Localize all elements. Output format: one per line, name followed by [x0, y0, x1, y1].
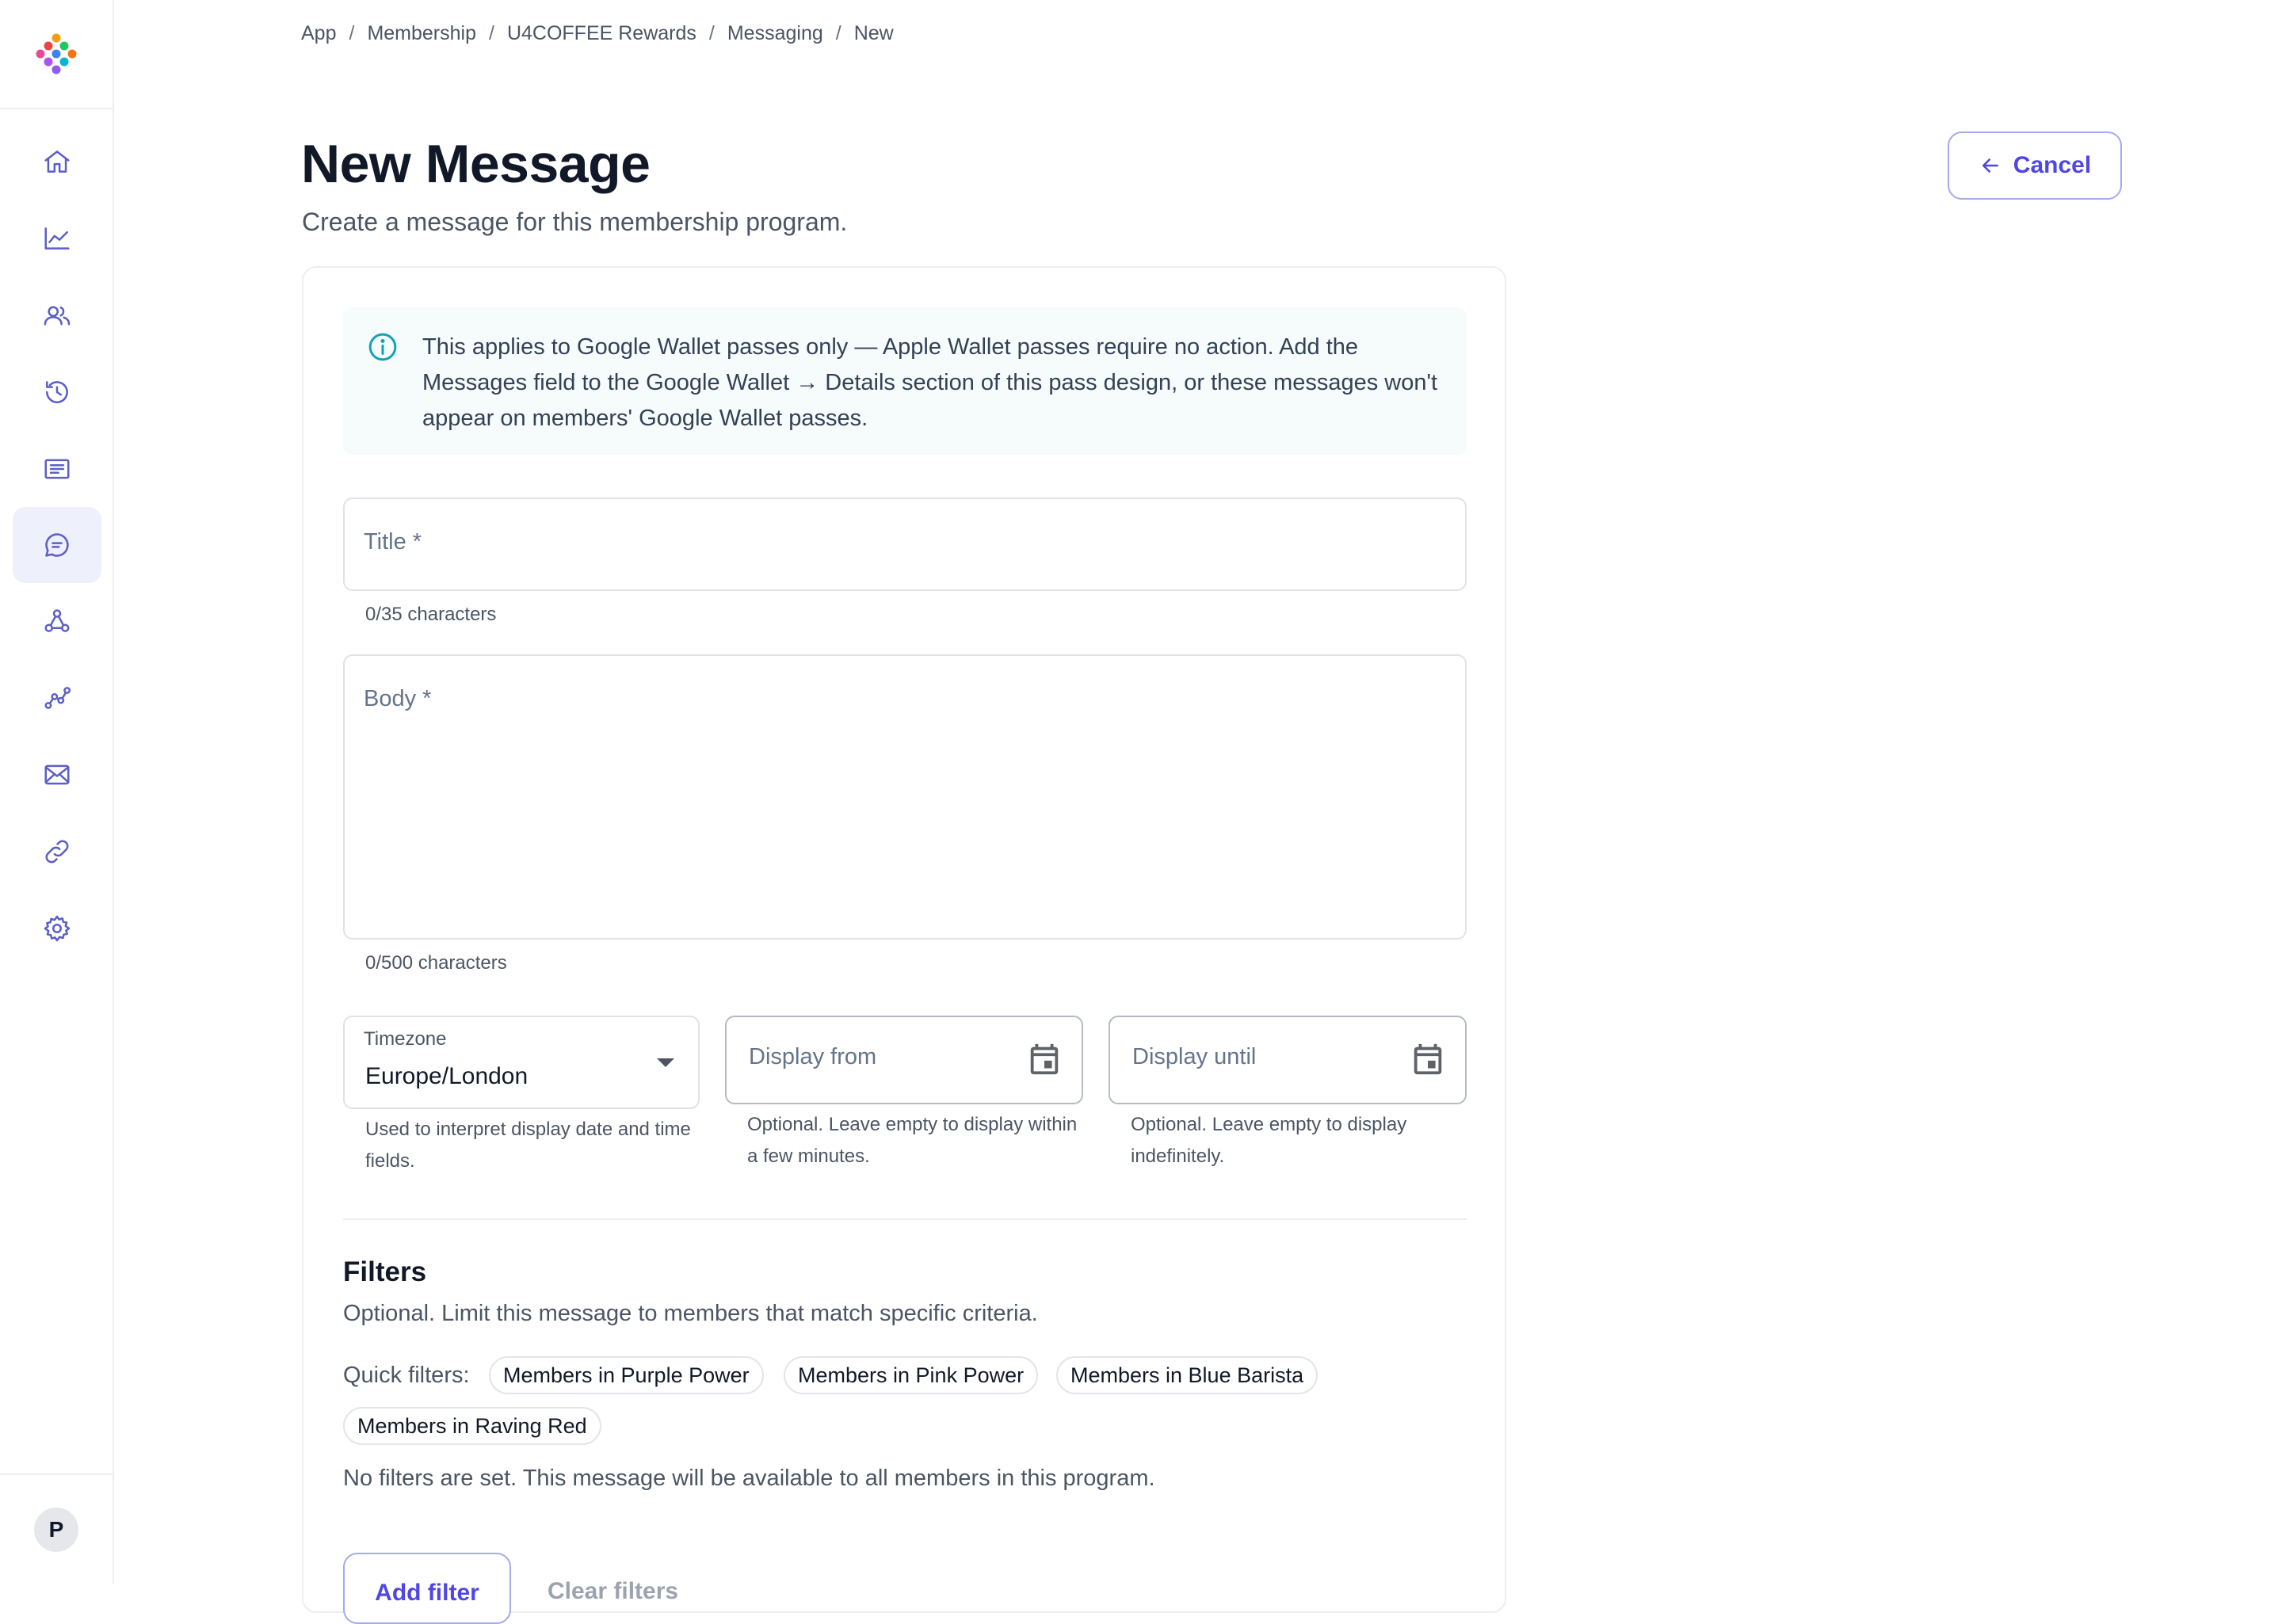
- timezone-value: Europe/London: [365, 1063, 529, 1089]
- sidebar-item-webhooks[interactable]: [13, 583, 101, 659]
- cancel-button[interactable]: Cancel: [1948, 132, 2122, 200]
- add-filter-button[interactable]: Add filter: [343, 1553, 511, 1624]
- link-icon: [45, 840, 69, 863]
- sidebar-footer: P: [0, 1473, 113, 1584]
- body-textarea[interactable]: Body *: [343, 654, 1467, 940]
- receipt-icon: [44, 459, 70, 479]
- breadcrumb-separator: /: [708, 22, 715, 44]
- webhook-icon: [44, 609, 70, 632]
- display-from-help: Optional. Leave empty to display within …: [747, 1114, 1078, 1167]
- quick-filters-label: Quick filters:: [343, 1363, 470, 1388]
- arrow-left-icon: [1982, 158, 1998, 173]
- info-alert: This applies to Google Wallet passes onl…: [343, 307, 1467, 455]
- avatar[interactable]: P: [34, 1508, 78, 1552]
- history-icon: [46, 381, 68, 403]
- info-icon: [368, 333, 397, 361]
- section-divider: [343, 1218, 1467, 1220]
- breadcrumb: App / Membership / U4COFFEE Rewards / Me…: [301, 22, 894, 45]
- breadcrumb-separator: /: [489, 22, 494, 44]
- breadcrumb-separator: /: [349, 22, 355, 44]
- settings-icon: [44, 915, 71, 942]
- breadcrumb-messaging[interactable]: Messaging: [727, 22, 823, 45]
- sidebar-item-mail[interactable]: [13, 737, 101, 813]
- timezone-help: Used to interpret display date and time …: [365, 1119, 691, 1172]
- analytics-icon: [44, 687, 71, 709]
- display-from-placeholder: Display from: [749, 1044, 877, 1069]
- display-from-input[interactable]: Display from: [725, 1016, 1083, 1104]
- sidebar-item-messaging[interactable]: [13, 507, 101, 583]
- display-until-placeholder: Display until: [1132, 1044, 1257, 1069]
- calendar-icon[interactable]: [1026, 1041, 1063, 1077]
- filters-title: Filters: [343, 1256, 427, 1287]
- quick-filter-chip[interactable]: Members in Purple Power: [489, 1356, 764, 1394]
- breadcrumb-program[interactable]: U4COFFEE Rewards: [507, 22, 696, 45]
- filters-subtitle: Optional. Limit this message to members …: [343, 1301, 1038, 1326]
- clear-filters-button[interactable]: Clear filters: [548, 1578, 678, 1605]
- mail-icon: [44, 764, 70, 785]
- body-placeholder: Body *: [364, 686, 432, 711]
- timezone-select[interactable]: Timezone Europe/London: [343, 1016, 700, 1109]
- info-text: This applies to Google Wallet passes onl…: [422, 334, 1438, 431]
- page-title: New Message: [301, 134, 651, 194]
- chevron-down-icon: [657, 1058, 674, 1067]
- display-until-help: Optional. Leave empty to display indefin…: [1131, 1114, 1407, 1167]
- message-icon: [45, 533, 69, 557]
- sidebar-item-home[interactable]: [13, 124, 101, 200]
- sidebar-item-receipts[interactable]: [13, 431, 101, 507]
- quick-filter-chip[interactable]: Members in Pink Power: [784, 1356, 1039, 1394]
- calendar-icon[interactable]: [1410, 1041, 1446, 1077]
- breadcrumb-current: New: [853, 22, 894, 44]
- multicolor-dots-logo[interactable]: [32, 30, 80, 78]
- quick-filter-chip[interactable]: Members in Blue Barista: [1056, 1356, 1318, 1394]
- page-subtitle: Create a message for this membership pro…: [302, 208, 848, 236]
- sidebar-item-history[interactable]: [13, 354, 101, 430]
- sidebar-item-integrations[interactable]: [13, 660, 101, 736]
- title-input[interactable]: Title *: [343, 497, 1467, 591]
- sidebar-item-analytics[interactable]: [13, 200, 101, 276]
- chart-icon: [44, 227, 70, 250]
- display-until-input[interactable]: Display until: [1109, 1016, 1467, 1104]
- sidebar-item-settings[interactable]: [13, 890, 101, 966]
- body-counter: 0/500 characters: [365, 952, 507, 974]
- timezone-label: Timezone: [364, 1028, 447, 1050]
- breadcrumb-separator: /: [835, 22, 841, 44]
- users-icon: [44, 306, 71, 326]
- title-counter: 0/35 characters: [365, 604, 497, 625]
- quick-filter-chip[interactable]: Members in Raving Red: [343, 1407, 601, 1445]
- breadcrumb-membership[interactable]: Membership: [367, 22, 476, 45]
- logo-area: [0, 0, 113, 109]
- title-placeholder: Title *: [364, 529, 422, 555]
- cancel-label: Cancel: [2013, 152, 2092, 178]
- breadcrumb-app[interactable]: App: [301, 22, 336, 45]
- no-filters-message: No filters are set. This message will be…: [343, 1466, 1155, 1491]
- sidebar-item-links[interactable]: [13, 814, 101, 890]
- message-form-card: This applies to Google Wallet passes onl…: [302, 266, 1506, 1624]
- sidebar: P: [0, 0, 114, 1584]
- sidebar-item-members[interactable]: [13, 277, 101, 353]
- home-icon: [44, 151, 70, 173]
